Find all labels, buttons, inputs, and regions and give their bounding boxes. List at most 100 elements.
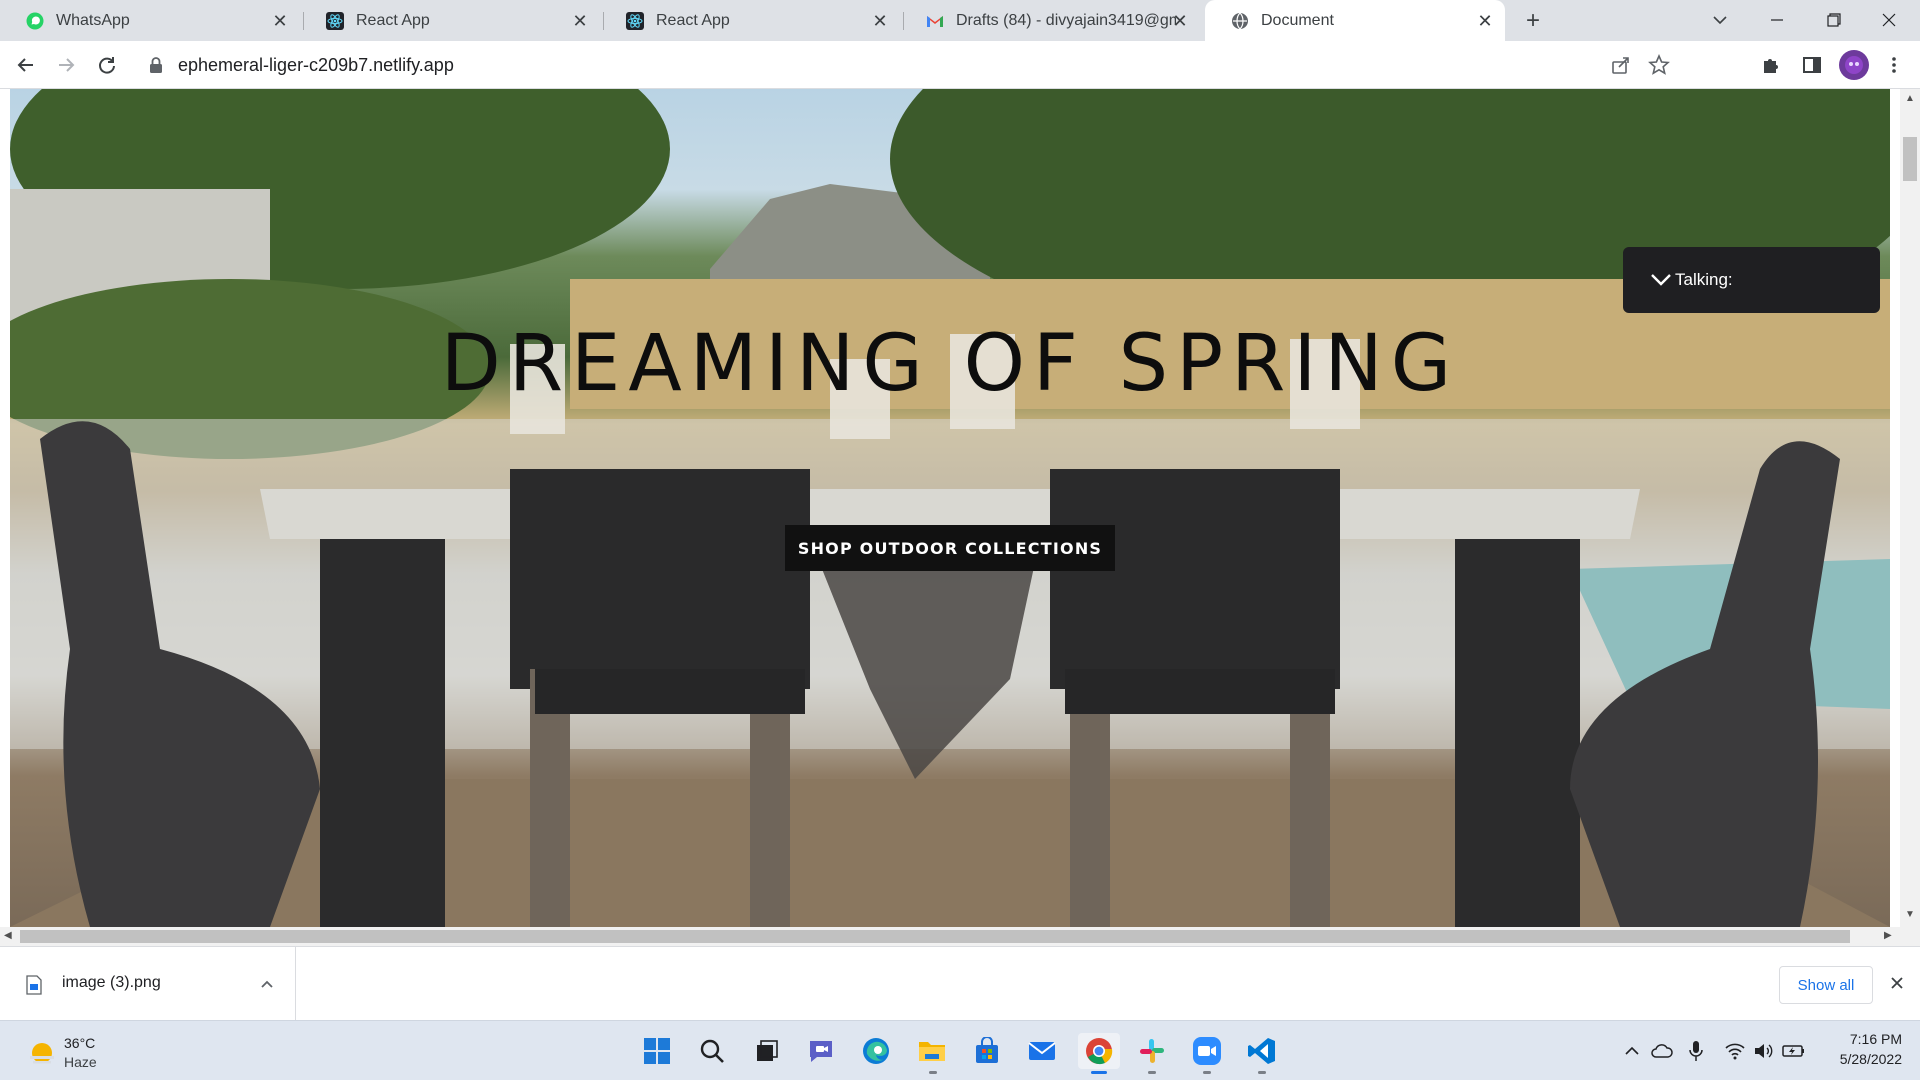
download-bar: image (3).png Show all <box>0 946 1920 1021</box>
running-indicator <box>1148 1071 1156 1074</box>
volume-icon <box>1755 1044 1773 1058</box>
download-item[interactable]: image (3).png <box>0 947 296 1021</box>
close-download-bar-button[interactable] <box>1887 973 1907 993</box>
battery-charging-icon <box>1782 1045 1804 1057</box>
star-icon[interactable] <box>1648 54 1670 76</box>
chrome-icon <box>1086 1038 1113 1065</box>
microphone-icon <box>1689 1041 1703 1061</box>
battery-button[interactable] <box>1782 1041 1806 1061</box>
chevron-up-icon[interactable] <box>258 975 276 993</box>
vscode-button[interactable] <box>1244 1033 1280 1069</box>
close-window-button[interactable] <box>1874 8 1904 32</box>
wifi-button[interactable] <box>1724 1041 1746 1061</box>
tab-gmail-drafts[interactable]: Drafts (84) - divyajain3419@gma ✕ <box>900 0 1200 41</box>
close-icon[interactable]: ✕ <box>270 11 290 31</box>
hero-banner: DREAMING OF SPRING SHOP OUTDOOR COLLECTI… <box>10 89 1890 927</box>
weather-temp: 36°C <box>64 1035 96 1051</box>
windows-start-button[interactable] <box>639 1033 675 1069</box>
clock-time: 7:16 PM <box>1849 1031 1902 1047</box>
slack-button[interactable] <box>1134 1033 1170 1069</box>
mail-icon <box>1028 1042 1056 1060</box>
close-icon[interactable]: ✕ <box>570 11 590 31</box>
url-text[interactable]: ephemeral-liger-c209b7.netlify.app <box>178 55 454 76</box>
tab-whatsapp[interactable]: WhatsApp ✕ <box>0 0 300 41</box>
share-icon[interactable] <box>1610 54 1632 76</box>
vscode-icon <box>1248 1038 1275 1064</box>
whatsapp-icon <box>26 12 44 30</box>
download-filename: image (3).png <box>62 974 161 991</box>
volume-button[interactable] <box>1752 1041 1774 1061</box>
avatar-icon <box>1845 56 1863 74</box>
talking-widget[interactable]: Talking: <box>1623 247 1880 313</box>
page-viewport: DREAMING OF SPRING SHOP OUTDOOR COLLECTI… <box>0 89 1920 946</box>
back-button[interactable] <box>12 51 40 79</box>
close-icon <box>1882 13 1896 27</box>
side-panel-button[interactable] <box>1798 51 1826 79</box>
forward-button[interactable] <box>52 51 80 79</box>
horizontal-scrollbar[interactable]: ◀ ▶ <box>0 927 1920 946</box>
shop-outdoor-collections-button[interactable]: SHOP OUTDOOR COLLECTIONS <box>785 525 1115 571</box>
minimize-icon <box>1771 19 1783 21</box>
file-image-icon <box>26 975 42 995</box>
microsoft-store-button[interactable] <box>969 1033 1005 1069</box>
vertical-scrollbar[interactable]: ▲ ▼ <box>1900 89 1920 927</box>
globe-icon <box>1232 12 1248 30</box>
show-all-button[interactable]: Show all <box>1779 966 1873 1004</box>
running-indicator <box>1258 1071 1266 1074</box>
windows-start-icon <box>644 1038 670 1064</box>
scroll-right-icon[interactable]: ▶ <box>1884 930 1892 941</box>
onedrive-button[interactable] <box>1650 1041 1674 1061</box>
microsoft-store-icon <box>976 1037 998 1063</box>
file-explorer-icon <box>919 1042 945 1061</box>
clock-date: 5/28/2022 <box>1839 1051 1902 1067</box>
cloud-icon <box>1651 1044 1673 1058</box>
hero-photo <box>10 89 1890 927</box>
sun-haze-icon <box>30 1043 54 1064</box>
gmail-icon <box>927 16 943 27</box>
chrome-button[interactable] <box>1078 1033 1120 1069</box>
extensions-button[interactable] <box>1757 51 1785 79</box>
tab-react-app-1[interactable]: React App ✕ <box>300 0 600 41</box>
restore-button[interactable] <box>1818 8 1848 32</box>
edge-button[interactable] <box>858 1033 894 1069</box>
taskbar-search-button[interactable] <box>694 1033 730 1069</box>
tab-title: Drafts (84) - divyajain3419@gma <box>956 11 1176 29</box>
scroll-left-icon[interactable]: ◀ <box>4 930 12 941</box>
scroll-up-icon[interactable]: ▲ <box>1905 93 1915 104</box>
microphone-button[interactable] <box>1687 1039 1705 1063</box>
reload-button[interactable] <box>93 51 121 79</box>
teams-chat-icon <box>810 1041 832 1062</box>
running-indicator <box>1203 1071 1211 1074</box>
minimize-button[interactable] <box>1762 8 1792 32</box>
scroll-down-icon[interactable]: ▼ <box>1905 909 1915 920</box>
show-hidden-icons-button[interactable] <box>1622 1041 1642 1061</box>
zoom-button[interactable] <box>1189 1033 1225 1069</box>
new-tab-button[interactable]: + <box>1520 8 1546 34</box>
clock[interactable]: 7:16 PM 5/28/2022 <box>1818 1031 1902 1073</box>
close-icon[interactable]: ✕ <box>1170 11 1190 31</box>
weather-desc: Haze <box>64 1054 97 1070</box>
tab-title: WhatsApp <box>56 11 130 29</box>
close-icon <box>1891 977 1903 989</box>
chevron-down-icon[interactable] <box>1649 270 1673 290</box>
side-panel-icon <box>1803 57 1821 73</box>
close-icon[interactable]: ✕ <box>1475 11 1495 31</box>
scrollbar-thumb[interactable] <box>20 930 1850 943</box>
chrome-menu-button[interactable] <box>1880 51 1908 79</box>
weather-widget[interactable]: 36°C Haze <box>24 1035 354 1077</box>
tab-react-app-2[interactable]: React App ✕ <box>600 0 900 41</box>
reload-icon <box>99 57 115 74</box>
close-icon[interactable]: ✕ <box>870 11 890 31</box>
mail-button[interactable] <box>1024 1033 1060 1069</box>
address-bar[interactable]: ephemeral-liger-c209b7.netlify.app <box>140 45 1670 85</box>
profile-avatar[interactable] <box>1839 50 1869 80</box>
scrollbar-thumb[interactable] <box>1903 137 1917 181</box>
tab-search-button[interactable] <box>1708 8 1732 32</box>
teams-chat-button[interactable] <box>803 1033 839 1069</box>
file-explorer-button[interactable] <box>914 1033 950 1069</box>
task-view-button[interactable] <box>748 1033 784 1069</box>
tab-document[interactable]: Document ✕ <box>1205 0 1505 41</box>
active-indicator <box>1091 1071 1107 1074</box>
hero-headline: DREAMING OF SPRING <box>440 319 1460 409</box>
tab-title: React App <box>656 11 730 29</box>
